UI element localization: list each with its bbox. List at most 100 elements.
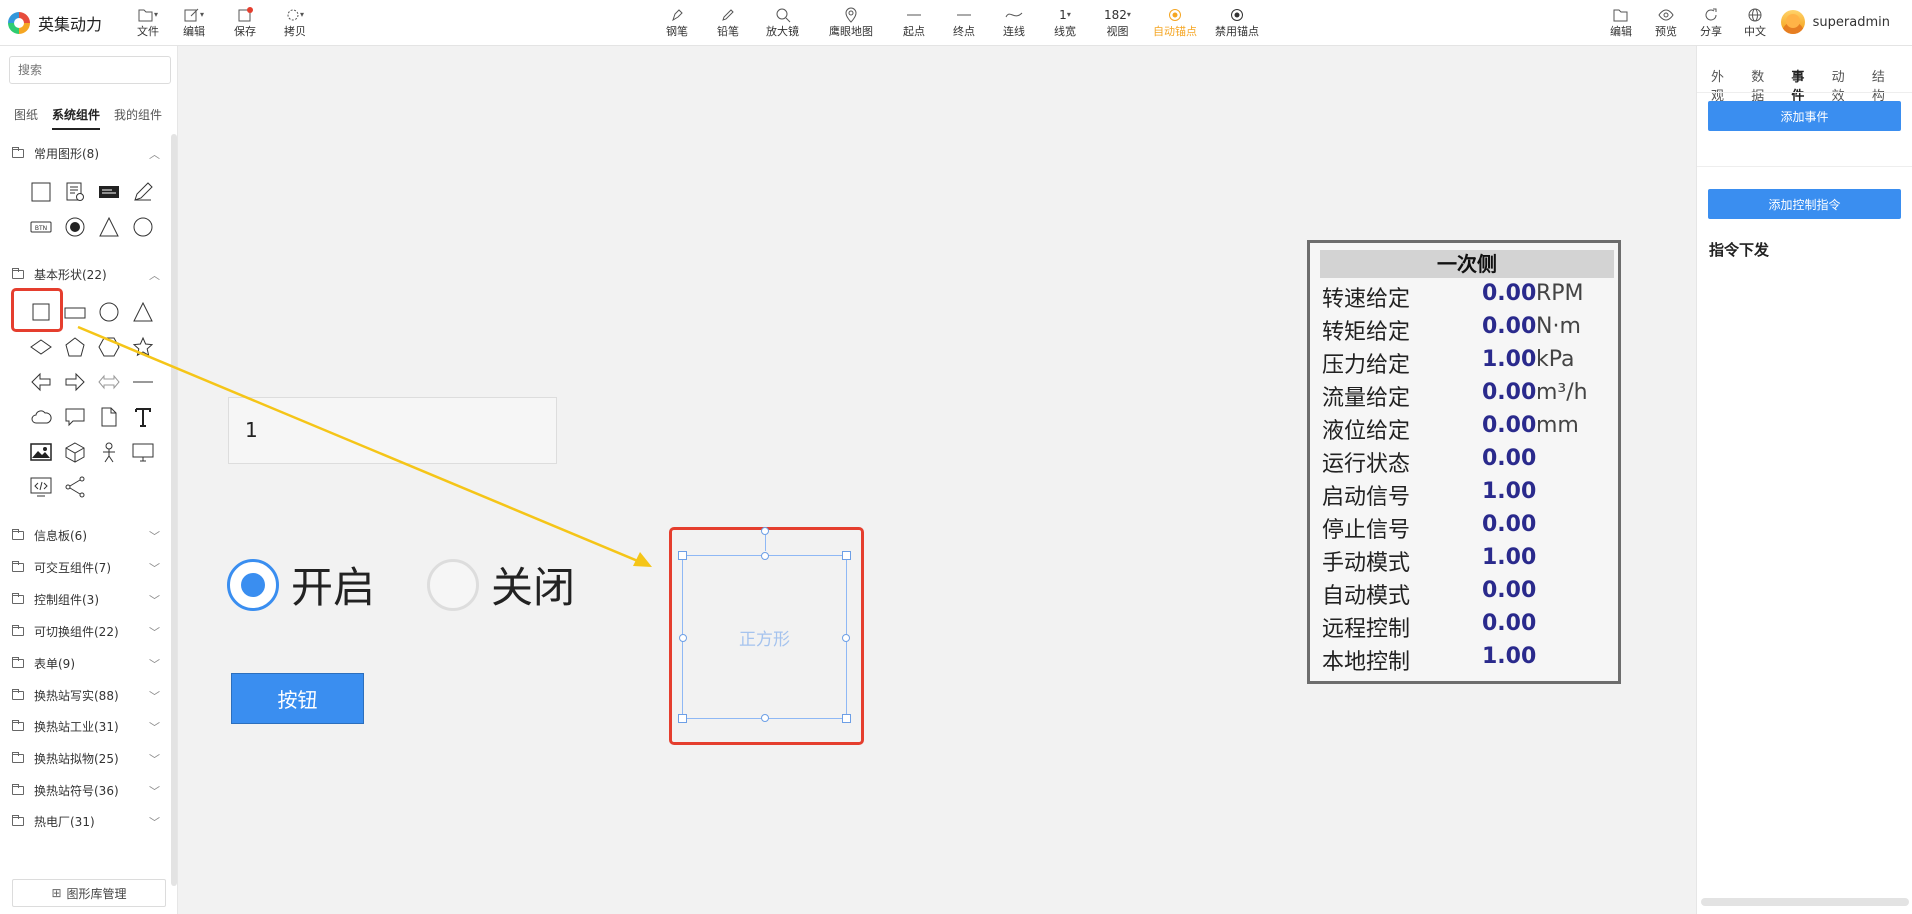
magnifier-tool[interactable]: 放大镜: [766, 5, 799, 39]
resize-handle-ne[interactable]: [842, 551, 851, 560]
group-power-plant[interactable]: 热电厂(31) ﹀: [12, 813, 160, 830]
tab-system-components[interactable]: 系统组件: [52, 106, 101, 130]
hexagon-icon[interactable]: [92, 329, 126, 364]
resize-handle-n[interactable]: [761, 552, 769, 560]
btn-shape-icon[interactable]: BTN: [24, 209, 58, 244]
radio-shape-icon[interactable]: [58, 209, 92, 244]
pencil-tool[interactable]: 铅笔: [717, 5, 739, 39]
start-point-tool[interactable]: 起点: [903, 5, 925, 39]
group-common-shapes[interactable]: 常用图形(8) ︿: [12, 145, 160, 162]
diamond-icon[interactable]: [24, 329, 58, 364]
auto-anchor-toggle[interactable]: 自动锚点: [1153, 5, 1197, 39]
save-button[interactable]: 保存: [234, 5, 256, 39]
text-panel-icon[interactable]: [92, 174, 126, 209]
radio-off[interactable]: 关闭: [427, 554, 575, 615]
table-row: 手动模式 1.00: [1322, 545, 1537, 576]
disable-anchor-toggle[interactable]: 禁用锚点: [1215, 5, 1259, 39]
group-info-board[interactable]: 信息板(6) ﹀: [12, 527, 160, 544]
group-switchable[interactable]: 可切换组件(22) ﹀: [12, 623, 160, 640]
resize-handle-se[interactable]: [842, 714, 851, 723]
info-card-icon[interactable]: [58, 174, 92, 209]
folder-icon: [12, 784, 24, 795]
circle-shape-icon[interactable]: [126, 209, 160, 244]
text-icon[interactable]: [126, 399, 160, 434]
file-menu[interactable]: ▾ 文件: [137, 5, 159, 39]
primary-side-data-panel[interactable]: 一次侧 转速给定 0.00 RPM 转矩给定 0.00 N·m 压力给定 1.00 kPa …: [1307, 240, 1621, 684]
edit-menu[interactable]: ▾ 编辑: [183, 5, 205, 39]
folder-icon: [12, 529, 24, 540]
cube-icon[interactable]: [58, 434, 92, 469]
resize-handle-nw[interactable]: [678, 551, 687, 560]
globe-icon: [1748, 5, 1762, 25]
connect-line-tool[interactable]: 连线: [1003, 5, 1025, 39]
group-control[interactable]: 控制组件(3) ﹀: [12, 591, 160, 608]
line-width-select[interactable]: 1 ▾ 线宽: [1054, 5, 1076, 39]
callout-icon[interactable]: [58, 399, 92, 434]
add-control-command-button[interactable]: 添加控制指令: [1708, 189, 1901, 219]
group-heat-station-industrial[interactable]: 换热站工业(31) ﹀: [12, 718, 160, 735]
code-embed-icon[interactable]: [24, 469, 58, 504]
chevron-down-icon: ﹀: [149, 593, 160, 607]
logo-icon: [8, 12, 30, 34]
right-scrollbar[interactable]: [1701, 898, 1909, 906]
triangle-icon[interactable]: [126, 294, 160, 329]
pen-draw-icon[interactable]: [126, 174, 160, 209]
add-event-button[interactable]: 添加事件: [1708, 101, 1901, 131]
wide-rectangle-icon[interactable]: [58, 294, 92, 329]
group-heat-station-symbols[interactable]: 换热站符号(36) ﹀: [12, 782, 160, 799]
selected-square-shape[interactable]: 正方形: [678, 527, 851, 723]
circle-icon[interactable]: [92, 294, 126, 329]
arrow-right-icon[interactable]: [58, 364, 92, 399]
rotate-handle[interactable]: [761, 527, 769, 535]
double-arrow-icon[interactable]: [92, 364, 126, 399]
search-input[interactable]: [9, 56, 171, 84]
eagle-eye-map-tool[interactable]: 鹰眼地图: [829, 5, 873, 39]
group-interactive[interactable]: 可交互组件(7) ﹀: [12, 559, 160, 576]
view-zoom-select[interactable]: 182 ▾ 视图: [1104, 5, 1131, 39]
arrow-left-icon[interactable]: [24, 364, 58, 399]
folder-icon: [12, 657, 24, 668]
canvas-text-input[interactable]: 1: [228, 397, 557, 464]
resize-handle-e[interactable]: [842, 634, 850, 642]
resize-handle-w[interactable]: [679, 634, 687, 642]
preview-button[interactable]: 预览: [1655, 5, 1677, 39]
triangle-shape-icon[interactable]: [92, 209, 126, 244]
user-menu[interactable]: superadmin: [1780, 10, 1890, 34]
image-icon[interactable]: [24, 434, 58, 469]
group-form[interactable]: 表单(9) ﹀: [12, 655, 160, 672]
end-point-tool[interactable]: 终点: [953, 5, 975, 39]
resize-handle-s[interactable]: [761, 714, 769, 722]
share-node-icon[interactable]: [58, 469, 92, 504]
library-manage-button[interactable]: ⊞ 图形库管理: [12, 879, 166, 907]
star-icon[interactable]: [126, 329, 160, 364]
resize-handle-sw[interactable]: [678, 714, 687, 723]
group-basic-shapes[interactable]: 基本形状(22) ︿: [12, 266, 160, 283]
group-heat-station-skeuomorphic[interactable]: 换热站拟物(25) ﹀: [12, 750, 160, 767]
folder-icon: [12, 593, 24, 604]
person-icon[interactable]: [92, 434, 126, 469]
canvas-button[interactable]: 按钮: [231, 673, 364, 724]
tab-my-components[interactable]: 我的组件: [114, 106, 162, 130]
app-logo[interactable]: 英集动力: [8, 11, 102, 35]
edit-mode-button[interactable]: 编辑: [1610, 5, 1632, 39]
language-button[interactable]: 中文: [1744, 5, 1766, 39]
pentagon-icon[interactable]: [58, 329, 92, 364]
document-icon[interactable]: [92, 399, 126, 434]
save-icon: [237, 5, 253, 25]
left-scrollbar[interactable]: [171, 134, 177, 886]
share-button[interactable]: 分享: [1700, 5, 1722, 39]
cloud-icon[interactable]: [24, 399, 58, 434]
editor-canvas[interactable]: 1 开启 关闭 按钮 正方形 一次侧 转速给定 0.00 RPM 转矩给定 0.00 N…: [178, 46, 1696, 914]
pen-tool[interactable]: 钢笔: [666, 5, 688, 39]
chevron-down-icon: ﹀: [149, 561, 160, 575]
rectangle-shape-icon[interactable]: [24, 174, 58, 209]
copy-menu[interactable]: ▾ 拷贝: [284, 5, 306, 39]
folder-icon: [12, 625, 24, 636]
line-icon[interactable]: [126, 364, 160, 399]
radio-on[interactable]: 开启: [227, 554, 375, 615]
monitor-icon[interactable]: [126, 434, 160, 469]
group-heat-station-realistic[interactable]: 换热站写实(88) ﹀: [12, 687, 160, 704]
tab-drawings[interactable]: 图纸: [14, 106, 38, 130]
zoom-icon: 182 ▾: [1104, 5, 1131, 25]
username: superadmin: [1812, 14, 1890, 30]
